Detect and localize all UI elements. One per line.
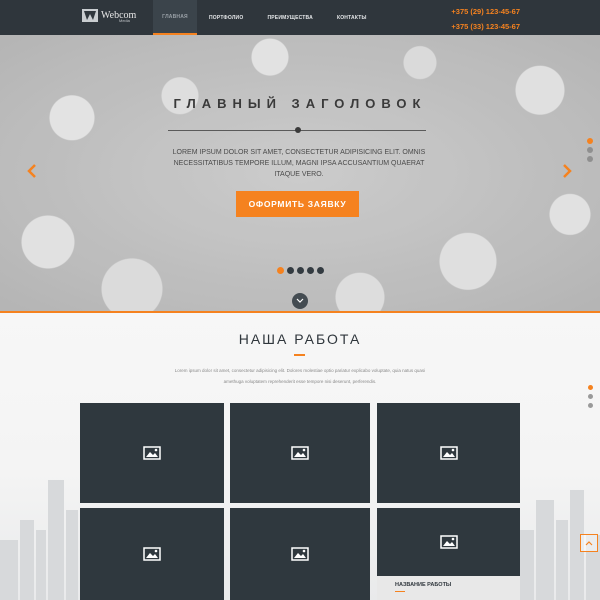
portfolio-tile[interactable] [230, 508, 370, 600]
tile-caption-text: НАЗВАНИЕ РАБОТЫ [395, 582, 452, 588]
section-dot[interactable] [588, 385, 593, 390]
portfolio-tile[interactable] [377, 403, 520, 503]
image-icon [143, 547, 161, 561]
section-dot[interactable] [587, 156, 593, 162]
nav-item-contacts[interactable]: КОНТАКТЫ [325, 0, 379, 35]
slider-dot[interactable] [297, 267, 304, 274]
section-nav-dots [587, 138, 593, 162]
section-dot[interactable] [588, 394, 593, 399]
main-nav: ГЛАВНАЯ ПОРТФОЛИО ПРЕИМУЩЕСТВА КОНТАКТЫ [153, 0, 379, 35]
scroll-down-button[interactable] [292, 293, 308, 309]
logo-subtitle: Media [119, 18, 130, 23]
section-dot[interactable] [587, 138, 593, 144]
image-icon [143, 446, 161, 460]
portfolio-tile[interactable] [80, 508, 224, 600]
hero-slider: ГЛАВНЫЙ ЗАГОЛОВОК LOREM IPSUM DOLOR SIT … [0, 35, 600, 311]
image-icon [439, 535, 458, 549]
phone-1[interactable]: +375 (29) 123-45-67 [451, 4, 520, 19]
hero-divider-dot [295, 127, 301, 133]
works-title-underline [294, 354, 305, 356]
nav-item-advantages[interactable]: ПРЕИМУЩЕСТВА [255, 0, 324, 35]
scroll-up-button[interactable] [580, 534, 598, 552]
section-dot[interactable] [587, 147, 593, 153]
slider-dot[interactable] [287, 267, 294, 274]
phone-2[interactable]: +375 (33) 123-45-67 [451, 19, 520, 34]
works-description: Lorem ipsum dolor sit amet, consectetur … [174, 368, 426, 384]
order-button[interactable]: ОФОРМИТЬ ЗАЯВКУ [236, 191, 359, 217]
slider-next-icon[interactable] [560, 163, 574, 179]
image-icon [291, 547, 309, 561]
hero-title: ГЛАВНЫЙ ЗАГОЛОВОК [173, 96, 427, 111]
section-nav-dots-2 [588, 385, 593, 408]
tile-caption-underline [395, 591, 405, 592]
phone-list: +375 (29) 123-45-67 +375 (33) 123-45-67 [451, 4, 520, 34]
slider-dot[interactable] [307, 267, 314, 274]
slider-prev-icon[interactable] [25, 163, 39, 179]
portfolio-tile[interactable] [377, 508, 520, 576]
image-icon [291, 446, 309, 460]
logo-icon [82, 9, 98, 22]
nav-item-home[interactable]: ГЛАВНАЯ [153, 0, 197, 35]
works-title: НАША РАБОТА [238, 331, 362, 347]
slider-dot[interactable] [317, 267, 324, 274]
slider-dots [277, 267, 324, 274]
chevron-down-icon [296, 298, 304, 303]
portfolio-tile[interactable] [230, 403, 370, 503]
chevron-up-icon [585, 541, 593, 546]
hero-text: LOREM IPSUM DOLOR SIT AMET, CONSECTETUR … [172, 149, 426, 178]
site-header: Webcom Media ГЛАВНАЯ ПОРТФОЛИО ПРЕИМУЩЕС… [0, 0, 600, 35]
portfolio-tile[interactable] [80, 403, 224, 503]
section-dot[interactable] [588, 403, 593, 408]
slider-dot[interactable] [277, 267, 284, 274]
image-icon [439, 446, 458, 460]
tile-caption[interactable]: НАЗВАНИЕ РАБОТЫ [377, 576, 520, 600]
nav-item-portfolio[interactable]: ПОРТФОЛИО [197, 0, 255, 35]
